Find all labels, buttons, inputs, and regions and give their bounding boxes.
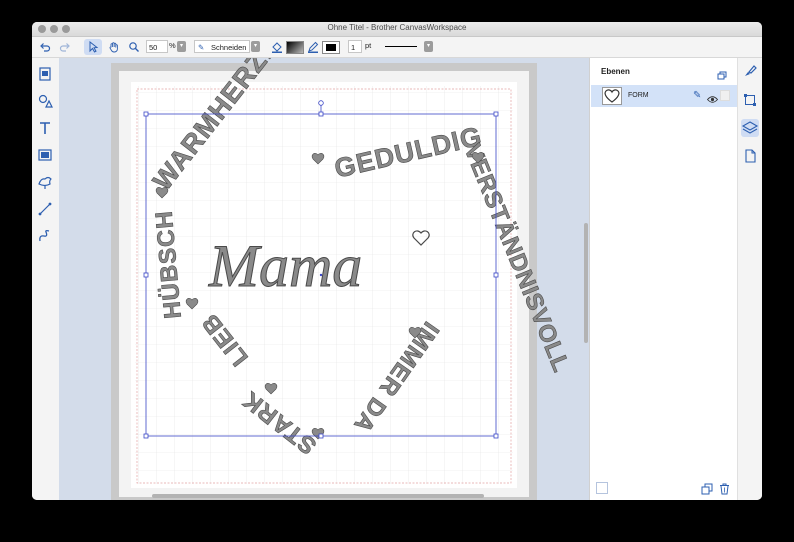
layers-panel-title: Ebenen bbox=[601, 67, 630, 76]
shapes-icon[interactable] bbox=[37, 93, 53, 109]
fill-bucket-icon[interactable] bbox=[270, 39, 284, 55]
zoom-unit: % bbox=[169, 41, 176, 50]
horizontal-scrollbar[interactable] bbox=[152, 494, 484, 498]
line-pen-icon[interactable] bbox=[306, 39, 320, 55]
layers-panel: Ebenen FORM ✎ bbox=[589, 58, 738, 500]
visibility-eye-icon[interactable] bbox=[706, 91, 719, 109]
left-toolbar bbox=[32, 58, 60, 500]
title-bar: Ohne Titel - Brother CanvasWorkspace bbox=[32, 22, 762, 37]
layer-settings-icon[interactable] bbox=[596, 482, 608, 494]
line-icon[interactable] bbox=[37, 201, 53, 217]
line-style-dropdown-icon[interactable]: ▾ bbox=[424, 41, 433, 52]
bird-shape-icon[interactable] bbox=[37, 174, 53, 190]
line-width-unit: pt bbox=[365, 41, 372, 50]
zoom-input[interactable]: 50 bbox=[146, 40, 168, 53]
undo-icon[interactable] bbox=[38, 39, 52, 55]
mode-label: Schneiden bbox=[211, 43, 247, 52]
redo-icon[interactable] bbox=[58, 39, 72, 55]
zoom-dropdown-icon[interactable]: ▾ bbox=[177, 41, 186, 52]
fill-color-swatch[interactable] bbox=[286, 41, 304, 54]
pattern-icon[interactable] bbox=[37, 66, 53, 82]
layer-thumbnail bbox=[602, 87, 622, 105]
select-tool-icon[interactable] bbox=[84, 39, 102, 55]
duplicate-layer-icon[interactable] bbox=[701, 482, 713, 500]
line-style-preview[interactable] bbox=[385, 46, 417, 48]
selection-center bbox=[319, 273, 323, 277]
mode-select[interactable]: ✎ Schneiden bbox=[194, 40, 250, 53]
layer-cut-icon[interactable]: ✎ bbox=[693, 90, 701, 101]
mode-dropdown-icon[interactable]: ▾ bbox=[251, 41, 260, 52]
layers-icon[interactable] bbox=[741, 119, 759, 137]
word-mama: Mama bbox=[208, 233, 362, 299]
freehand-icon[interactable] bbox=[37, 228, 53, 244]
vertical-scrollbar[interactable] bbox=[584, 223, 588, 343]
paint-icon[interactable] bbox=[743, 64, 757, 78]
app-window: Ohne Titel - Brother CanvasWorkspace 50 … bbox=[32, 22, 762, 500]
line-width-input[interactable]: 1 bbox=[348, 40, 362, 53]
cut-pen-icon: ✎ bbox=[198, 43, 205, 52]
toolbar: 50 % ▾ ✎ Schneiden ▾ 1 pt ▾ bbox=[32, 37, 762, 58]
hand-tool-icon[interactable] bbox=[106, 39, 122, 55]
rotate-handle[interactable] bbox=[318, 100, 324, 106]
canvas-area[interactable]: WARMHERZIG GEDULDIG VERSTÄNDNISVOLL IMME… bbox=[59, 58, 589, 500]
collapse-panel-icon[interactable] bbox=[717, 68, 727, 80]
layer-row[interactable]: FORM ✎ bbox=[591, 85, 737, 107]
zoom-icon[interactable] bbox=[126, 39, 142, 55]
trash-icon[interactable] bbox=[719, 482, 730, 500]
transform-icon[interactable] bbox=[743, 93, 757, 107]
image-trace-icon[interactable] bbox=[37, 147, 53, 163]
right-toolbar bbox=[737, 58, 762, 500]
window-title: Ohne Titel - Brother CanvasWorkspace bbox=[327, 23, 467, 32]
line-color-swatch[interactable] bbox=[322, 41, 340, 54]
layer-color-chip[interactable] bbox=[720, 90, 730, 101]
layer-name: FORM bbox=[628, 92, 649, 99]
text-icon[interactable] bbox=[37, 120, 53, 136]
page-icon[interactable] bbox=[743, 149, 757, 163]
